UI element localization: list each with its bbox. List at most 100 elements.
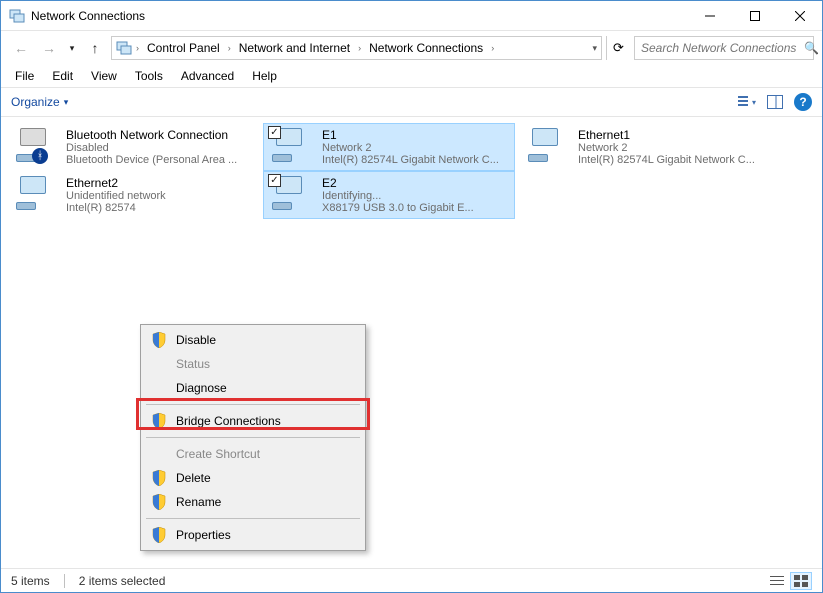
adapter-item[interactable]: ✓ E1Network 2Intel(R) 82574L Gigabit Netw… xyxy=(263,123,515,171)
adapter-name: E2 xyxy=(322,176,508,190)
tiles-view-button[interactable] xyxy=(790,572,812,590)
context-menu-item[interactable]: Disable xyxy=(144,328,362,352)
context-menu-item[interactable]: Diagnose xyxy=(144,376,362,400)
address-bar[interactable]: › Control Panel › Network and Internet ›… xyxy=(111,36,602,60)
search-icon[interactable]: 🔍 xyxy=(804,41,819,55)
checkbox-icon[interactable]: ✓ xyxy=(268,174,281,187)
context-menu-label: Create Shortcut xyxy=(176,447,260,461)
menubar: File Edit View Tools Advanced Help xyxy=(1,65,822,87)
context-menu-item: Status xyxy=(144,352,362,376)
search-input[interactable] xyxy=(635,41,804,55)
bluetooth-icon: ᚼ xyxy=(32,148,48,164)
back-button[interactable]: ← xyxy=(9,36,33,60)
context-menu-separator xyxy=(146,518,360,519)
details-view-button[interactable] xyxy=(766,572,788,590)
adapter-name: E1 xyxy=(322,128,508,142)
window-icon xyxy=(9,8,25,24)
menu-advanced[interactable]: Advanced xyxy=(173,67,242,85)
breadcrumb-network-connections[interactable]: Network Connections xyxy=(365,37,487,59)
status-selected-count: 2 items selected xyxy=(79,574,166,588)
context-menu-label: Status xyxy=(176,357,210,371)
content-area: ᚼ Bluetooth Network ConnectionDisabledBlu… xyxy=(1,117,822,569)
adapter-item[interactable]: Ethernet2Unidentified networkIntel(R) 82… xyxy=(7,171,259,219)
shield-icon xyxy=(150,527,168,543)
adapter-icon xyxy=(14,176,58,214)
organize-label: Organize xyxy=(11,95,60,109)
context-menu-separator xyxy=(146,404,360,405)
context-menu-label: Bridge Connections xyxy=(176,414,281,428)
window-title: Network Connections xyxy=(31,9,687,23)
adapter-device: X88179 USB 3.0 to Gigabit E... xyxy=(322,202,508,214)
adapter-item[interactable]: Ethernet1Network 2Intel(R) 82574L Gigabi… xyxy=(519,123,771,171)
view-options-button[interactable]: ▾ xyxy=(738,93,756,111)
minimize-button[interactable] xyxy=(687,1,732,30)
window-controls xyxy=(687,1,822,30)
context-menu-label: Properties xyxy=(176,528,231,542)
toolbar: Organize ▾ ▾ ? xyxy=(1,87,822,117)
adapter-status: Disabled xyxy=(66,142,252,154)
context-menu-label: Rename xyxy=(176,495,221,509)
menu-help[interactable]: Help xyxy=(244,67,285,85)
adapter-device: Bluetooth Device (Personal Area ... xyxy=(66,154,252,166)
shield-icon xyxy=(150,413,168,429)
context-menu-separator xyxy=(146,437,360,438)
context-menu-item[interactable]: Delete xyxy=(144,466,362,490)
statusbar: 5 items 2 items selected xyxy=(1,568,822,592)
adapter-name: Ethernet2 xyxy=(66,176,252,190)
adapter-item[interactable]: ✓ E2Identifying...X88179 USB 3.0 to Gigab… xyxy=(263,171,515,219)
context-menu-item[interactable]: Bridge Connections xyxy=(144,409,362,433)
adapter-status: Network 2 xyxy=(578,142,764,154)
context-menu-label: Delete xyxy=(176,471,211,485)
status-separator xyxy=(64,574,65,588)
menu-file[interactable]: File xyxy=(7,67,42,85)
shield-icon xyxy=(150,470,168,486)
close-button[interactable] xyxy=(777,1,822,30)
menu-view[interactable]: View xyxy=(83,67,125,85)
context-menu-label: Diagnose xyxy=(176,381,227,395)
adapter-name: Bluetooth Network Connection xyxy=(66,128,252,142)
context-menu-item[interactable]: Properties xyxy=(144,523,362,547)
adapter-status: Unidentified network xyxy=(66,190,252,202)
chevron-right-icon[interactable]: › xyxy=(356,43,363,53)
adapter-icon: ᚼ xyxy=(14,128,58,166)
search-box[interactable]: 🔍 xyxy=(634,36,814,60)
menu-tools[interactable]: Tools xyxy=(127,67,171,85)
adapter-device: Intel(R) 82574L Gigabit Network C... xyxy=(322,154,508,166)
context-menu-label: Disable xyxy=(176,333,216,347)
maximize-button[interactable] xyxy=(732,1,777,30)
shield-icon xyxy=(150,494,168,510)
adapter-icon xyxy=(526,128,570,166)
chevron-right-icon[interactable]: › xyxy=(134,43,141,53)
breadcrumb-control-panel[interactable]: Control Panel xyxy=(143,37,224,59)
refresh-button[interactable]: ⟳ xyxy=(606,36,630,60)
context-menu: Disable Status Diagnose Bridge Connections C… xyxy=(140,324,366,551)
address-dropdown[interactable]: ▾ xyxy=(592,43,597,54)
history-dropdown[interactable]: ▾ xyxy=(65,43,79,54)
help-button[interactable]: ? xyxy=(794,93,812,111)
titlebar: Network Connections xyxy=(1,1,822,31)
forward-button[interactable]: → xyxy=(37,36,61,60)
up-button[interactable]: ↑ xyxy=(83,36,107,60)
location-icon xyxy=(116,40,132,56)
adapter-status: Identifying... xyxy=(322,190,508,202)
adapter-icon: ✓ xyxy=(270,128,314,166)
preview-pane-button[interactable] xyxy=(766,93,784,111)
status-item-count: 5 items xyxy=(11,574,50,588)
menu-edit[interactable]: Edit xyxy=(44,67,81,85)
context-menu-item[interactable]: Rename xyxy=(144,490,362,514)
chevron-down-icon: ▾ xyxy=(64,97,69,108)
adapter-device: Intel(R) 82574 xyxy=(66,202,252,214)
chevron-right-icon[interactable]: › xyxy=(489,43,496,53)
shield-icon xyxy=(150,332,168,348)
adapter-name: Ethernet1 xyxy=(578,128,764,142)
adapter-device: Intel(R) 82574L Gigabit Network C... xyxy=(578,154,764,166)
context-menu-item: Create Shortcut xyxy=(144,442,362,466)
navbar: ← → ▾ ↑ › Control Panel › Network and In… xyxy=(1,31,822,65)
organize-button[interactable]: Organize ▾ xyxy=(11,95,68,109)
adapter-item[interactable]: ᚼ Bluetooth Network ConnectionDisabledBlu… xyxy=(7,123,259,171)
checkbox-icon[interactable]: ✓ xyxy=(268,126,281,139)
chevron-right-icon[interactable]: › xyxy=(226,43,233,53)
breadcrumb-network-internet[interactable]: Network and Internet xyxy=(235,37,354,59)
adapter-status: Network 2 xyxy=(322,142,508,154)
adapter-icon: ✓ xyxy=(270,176,314,214)
